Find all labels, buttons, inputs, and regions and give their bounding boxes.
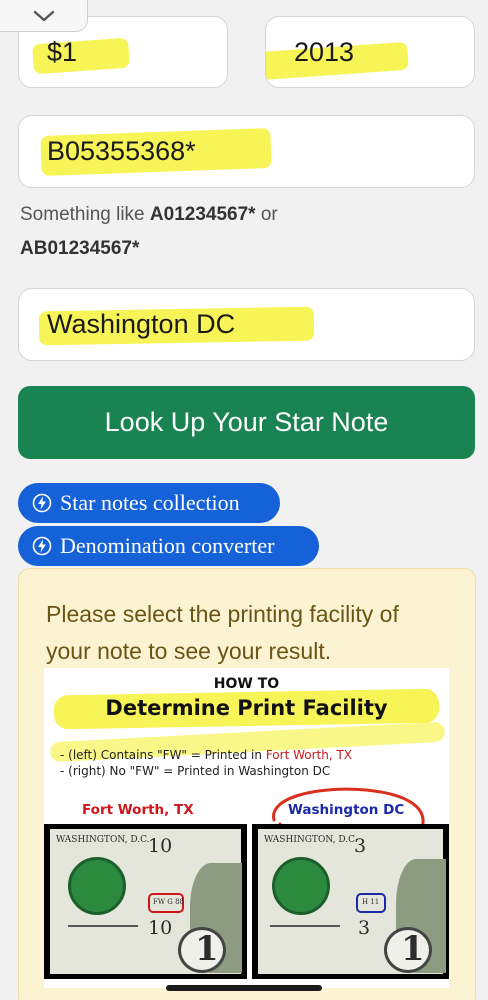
guide-how-to: HOW TO: [213, 676, 280, 692]
denomination-converter-label: Denomination converter: [60, 533, 275, 558]
year-select[interactable]: 2013: [265, 16, 475, 88]
serial-hint: Something like A01234567* or AB01234567*: [20, 204, 278, 259]
serial-number-input[interactable]: B05355368*: [18, 115, 475, 188]
washington-dc-bill-image: WASHINGTON, D.C. 3 H 11 3 1: [252, 824, 449, 979]
guide-line-left: - (left) Contains "FW" = Printed in Fort…: [60, 748, 353, 762]
fort-worth-bill-image: WASHINGTON, D.C. 10 FW G 88 10 1: [44, 824, 247, 979]
star-notes-collection-label: Star notes collection: [60, 490, 240, 515]
guide-title: Determine Print Facility: [105, 696, 388, 720]
print-facility-guide-image: HOW TO Determine Print Facility - (left)…: [44, 668, 449, 988]
printing-facility-value: Washington DC: [47, 309, 236, 339]
result-message: Please select the printing facility of y…: [46, 601, 399, 664]
chevron-down-icon: [33, 10, 54, 21]
serial-number-value: B05355368*: [47, 136, 196, 166]
fort-worth-label: Fort Worth, TX: [82, 802, 194, 818]
year-value: 2013: [294, 36, 355, 67]
denomination-converter-link[interactable]: Denomination converter: [18, 526, 319, 566]
collapse-toggle[interactable]: [0, 0, 88, 32]
lightning-bolt-icon: [32, 536, 52, 556]
printing-facility-select[interactable]: Washington DC: [18, 288, 475, 361]
star-notes-collection-link[interactable]: Star notes collection: [18, 483, 280, 523]
lightning-bolt-icon: [32, 493, 52, 513]
guide-line-right: - (right) No "FW" = Printed in Washingto…: [60, 764, 331, 778]
denomination-value: $1: [47, 36, 78, 67]
home-indicator[interactable]: [166, 985, 322, 991]
look-up-star-note-button[interactable]: Look Up Your Star Note: [18, 386, 475, 459]
